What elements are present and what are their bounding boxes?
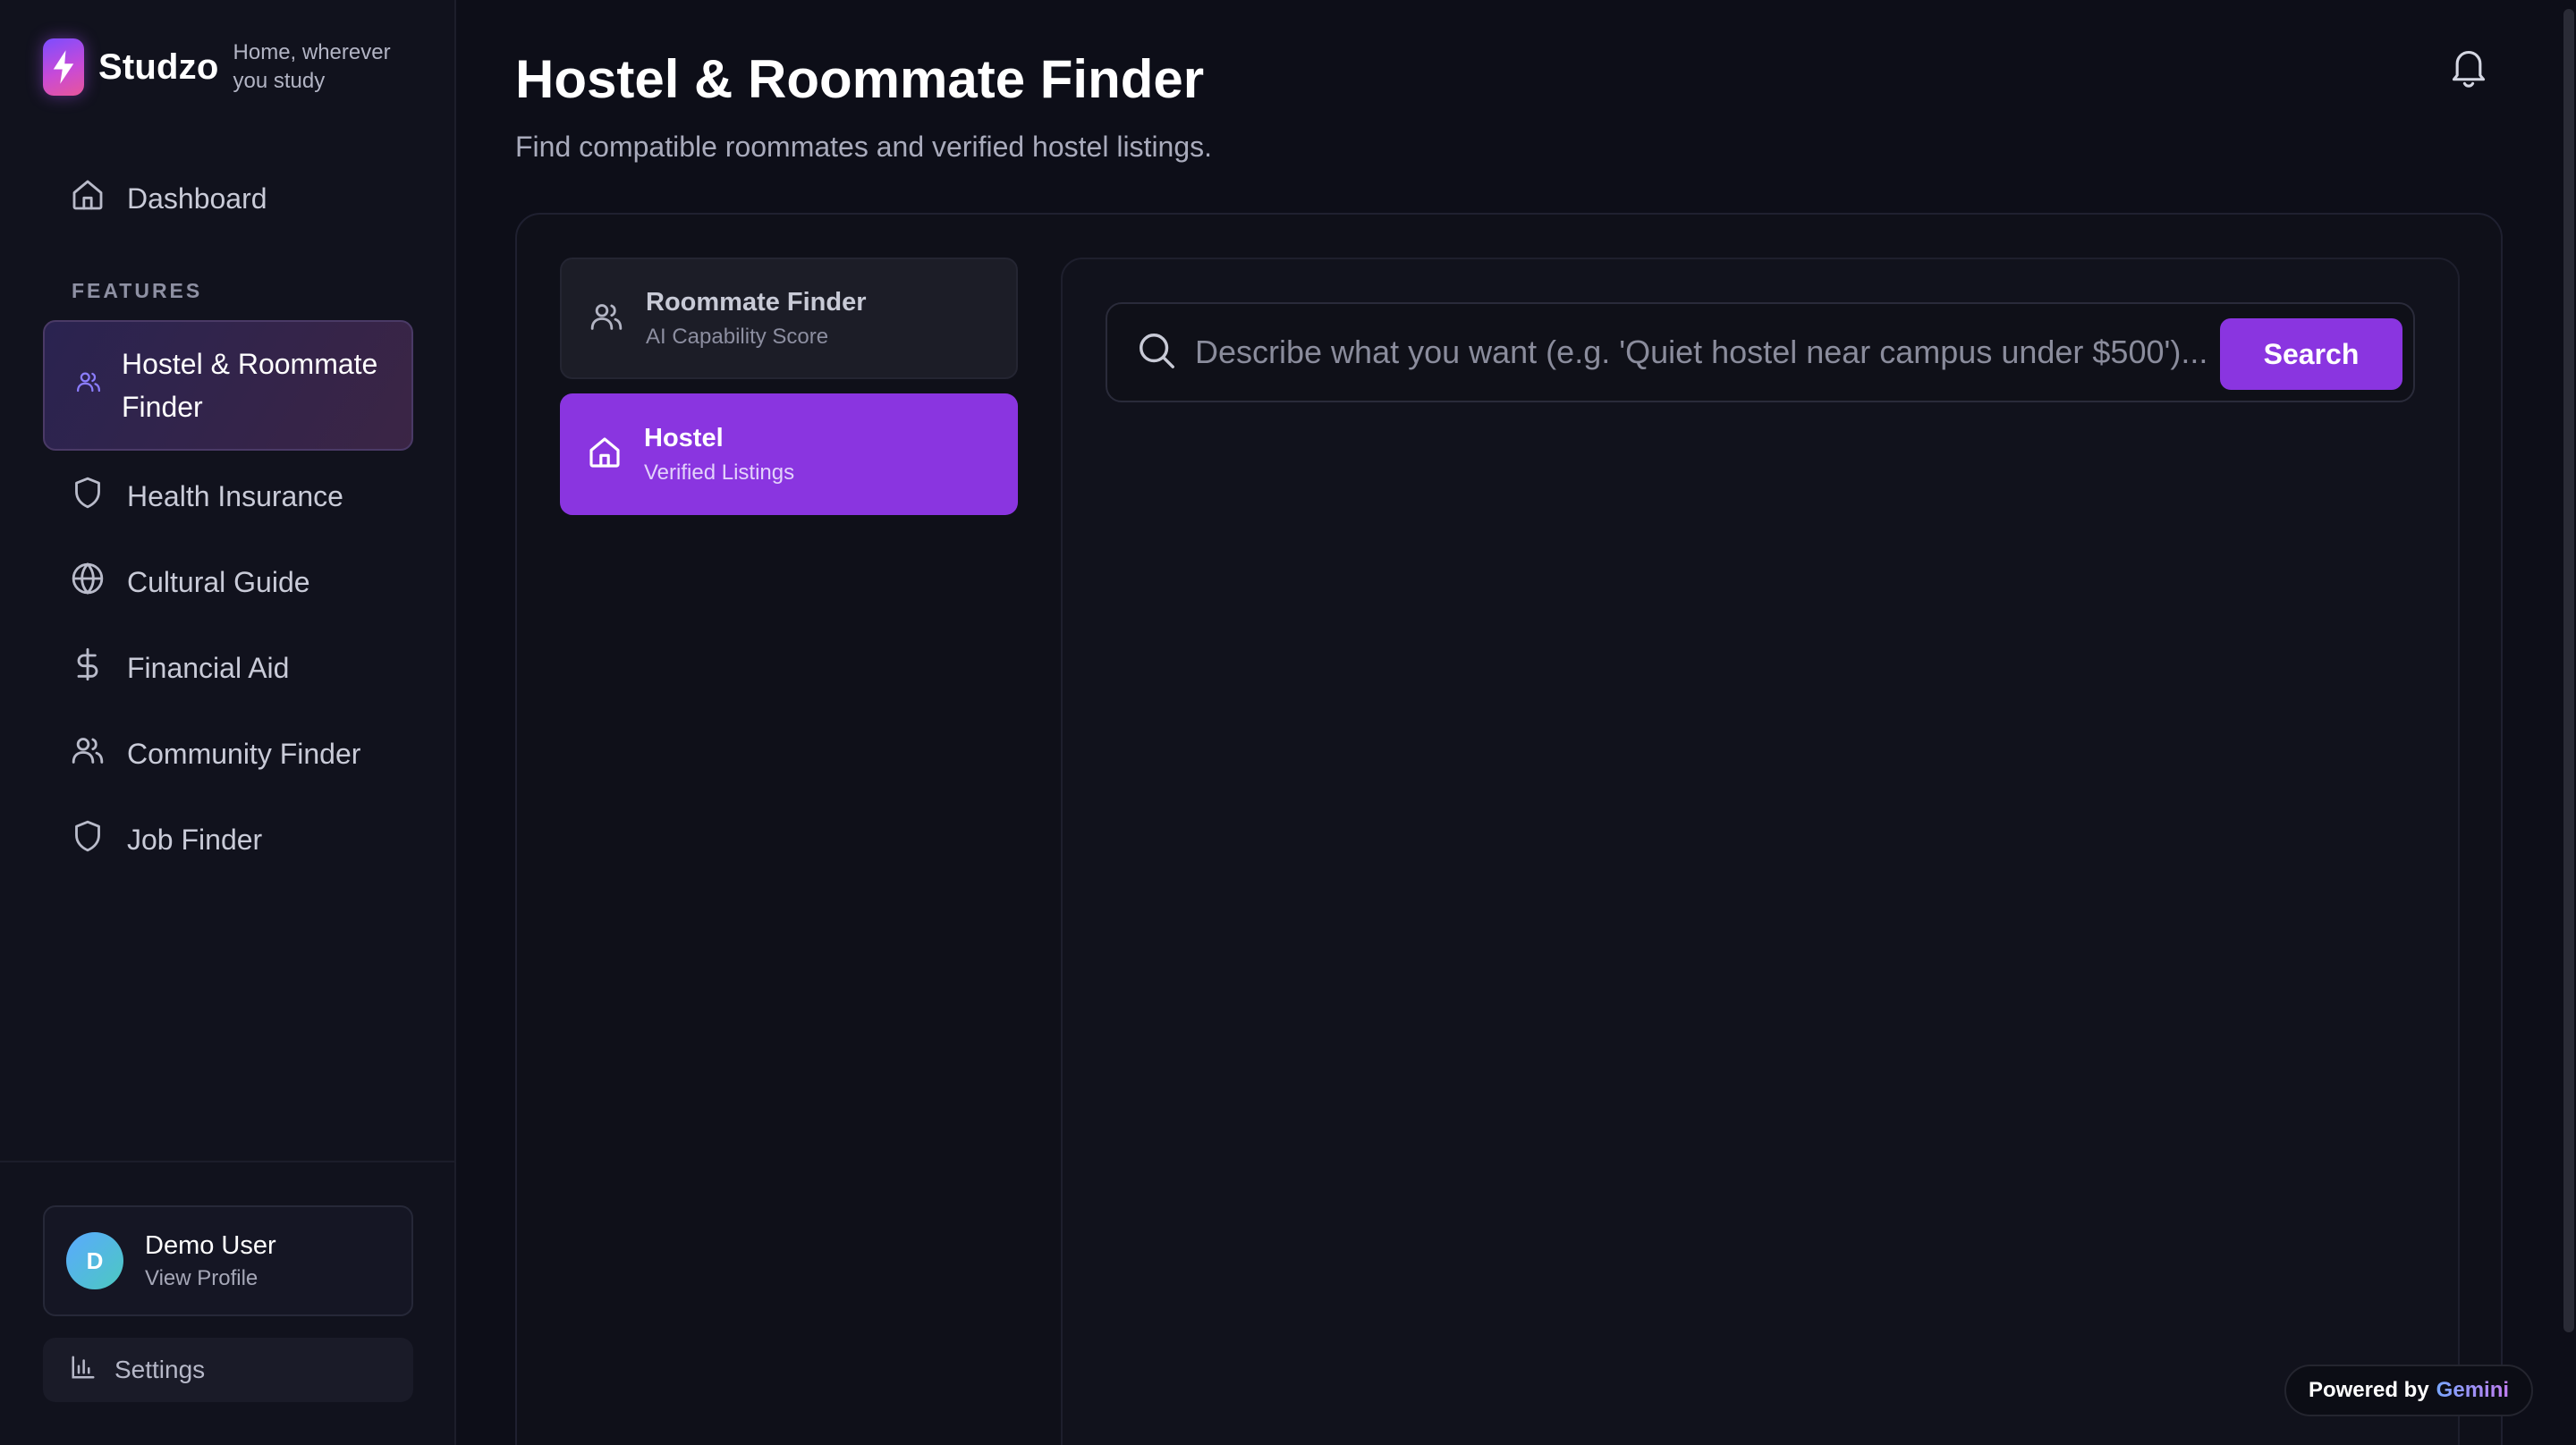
- tab-roommate-finder[interactable]: Roommate Finder AI Capability Score: [560, 258, 1018, 379]
- dollar-icon: [70, 646, 106, 689]
- sidebar-item-label: Hostel & Roommate Finder: [122, 348, 378, 423]
- home-icon: [587, 435, 623, 475]
- scrollbar-thumb[interactable]: [2563, 9, 2574, 1332]
- sidebar-item-hostel-roommate-finder[interactable]: Hostel & Roommate Finder: [43, 320, 413, 451]
- bell-icon[interactable]: [2449, 45, 2488, 94]
- sidebar-item-health-insurance[interactable]: Health Insurance: [43, 458, 413, 535]
- bolt-icon: [43, 38, 84, 96]
- gemini-label: Gemini: [2436, 1378, 2510, 1402]
- sidebar-item-label: Financial Aid: [127, 651, 290, 684]
- bar-chart-icon: [70, 1354, 97, 1387]
- sidebar-item-label: Cultural Guide: [127, 565, 310, 598]
- sidebar-item-dashboard[interactable]: Dashboard: [43, 160, 413, 237]
- sidebar: Studzo Home, wherever you study Dashboar…: [0, 0, 456, 1445]
- divider: [0, 1161, 456, 1162]
- app-root: Studzo Home, wherever you study Dashboar…: [0, 0, 2576, 1445]
- settings-label: Settings: [114, 1356, 206, 1383]
- profile-card[interactable]: D Demo User View Profile: [43, 1205, 413, 1316]
- sidebar-item-community-finder[interactable]: Community Finder: [43, 715, 413, 792]
- sidebar-item-cultural-guide[interactable]: Cultural Guide: [43, 544, 413, 621]
- search-bar: Search: [1106, 302, 2415, 402]
- view-profile-link[interactable]: View Profile: [145, 1266, 276, 1291]
- sidebar-item-label: Job Finder: [127, 823, 263, 856]
- users-icon: [75, 368, 102, 402]
- sidebar-item-label: Dashboard: [127, 182, 267, 215]
- page-subtitle: Find compatible roommates and verified h…: [515, 131, 1213, 163]
- sidebar-item-financial-aid[interactable]: Financial Aid: [43, 630, 413, 706]
- brand-tagline: Home, wherever you study: [233, 40, 391, 93]
- tab-subtitle: AI Capability Score: [646, 324, 829, 349]
- profile-name: Demo User: [145, 1230, 276, 1260]
- shield-icon: [70, 818, 106, 861]
- brand[interactable]: Studzo Home, wherever you study: [43, 38, 412, 97]
- home-icon: [70, 177, 106, 220]
- powered-by-badge: Powered by Gemini: [2284, 1365, 2533, 1416]
- brand-name: Studzo: [98, 46, 219, 87]
- tab-title: Roommate Finder: [646, 287, 867, 317]
- tab-title: Hostel: [644, 423, 724, 452]
- users-icon: [589, 299, 624, 339]
- powered-by-prefix: Powered by: [2308, 1378, 2429, 1402]
- sidebar-item-label: Health Insurance: [127, 479, 343, 512]
- features-section-label: FEATURES: [72, 279, 203, 302]
- tab-hostel[interactable]: Hostel Verified Listings: [560, 393, 1018, 515]
- search-icon: [1136, 330, 1177, 376]
- search-input[interactable]: [1195, 325, 2233, 379]
- avatar: D: [66, 1232, 123, 1289]
- page-title: Hostel & Roommate Finder: [515, 49, 1205, 109]
- search-button[interactable]: Search: [2220, 318, 2402, 390]
- settings-button[interactable]: Settings: [43, 1338, 413, 1402]
- results-panel: [1061, 258, 2460, 1445]
- sidebar-item-label: Community Finder: [127, 737, 361, 770]
- sidebar-item-job-finder[interactable]: Job Finder: [43, 801, 413, 878]
- globe-icon: [70, 561, 106, 604]
- tab-subtitle: Verified Listings: [644, 460, 795, 485]
- shield-icon: [70, 475, 106, 518]
- users-icon: [70, 732, 106, 775]
